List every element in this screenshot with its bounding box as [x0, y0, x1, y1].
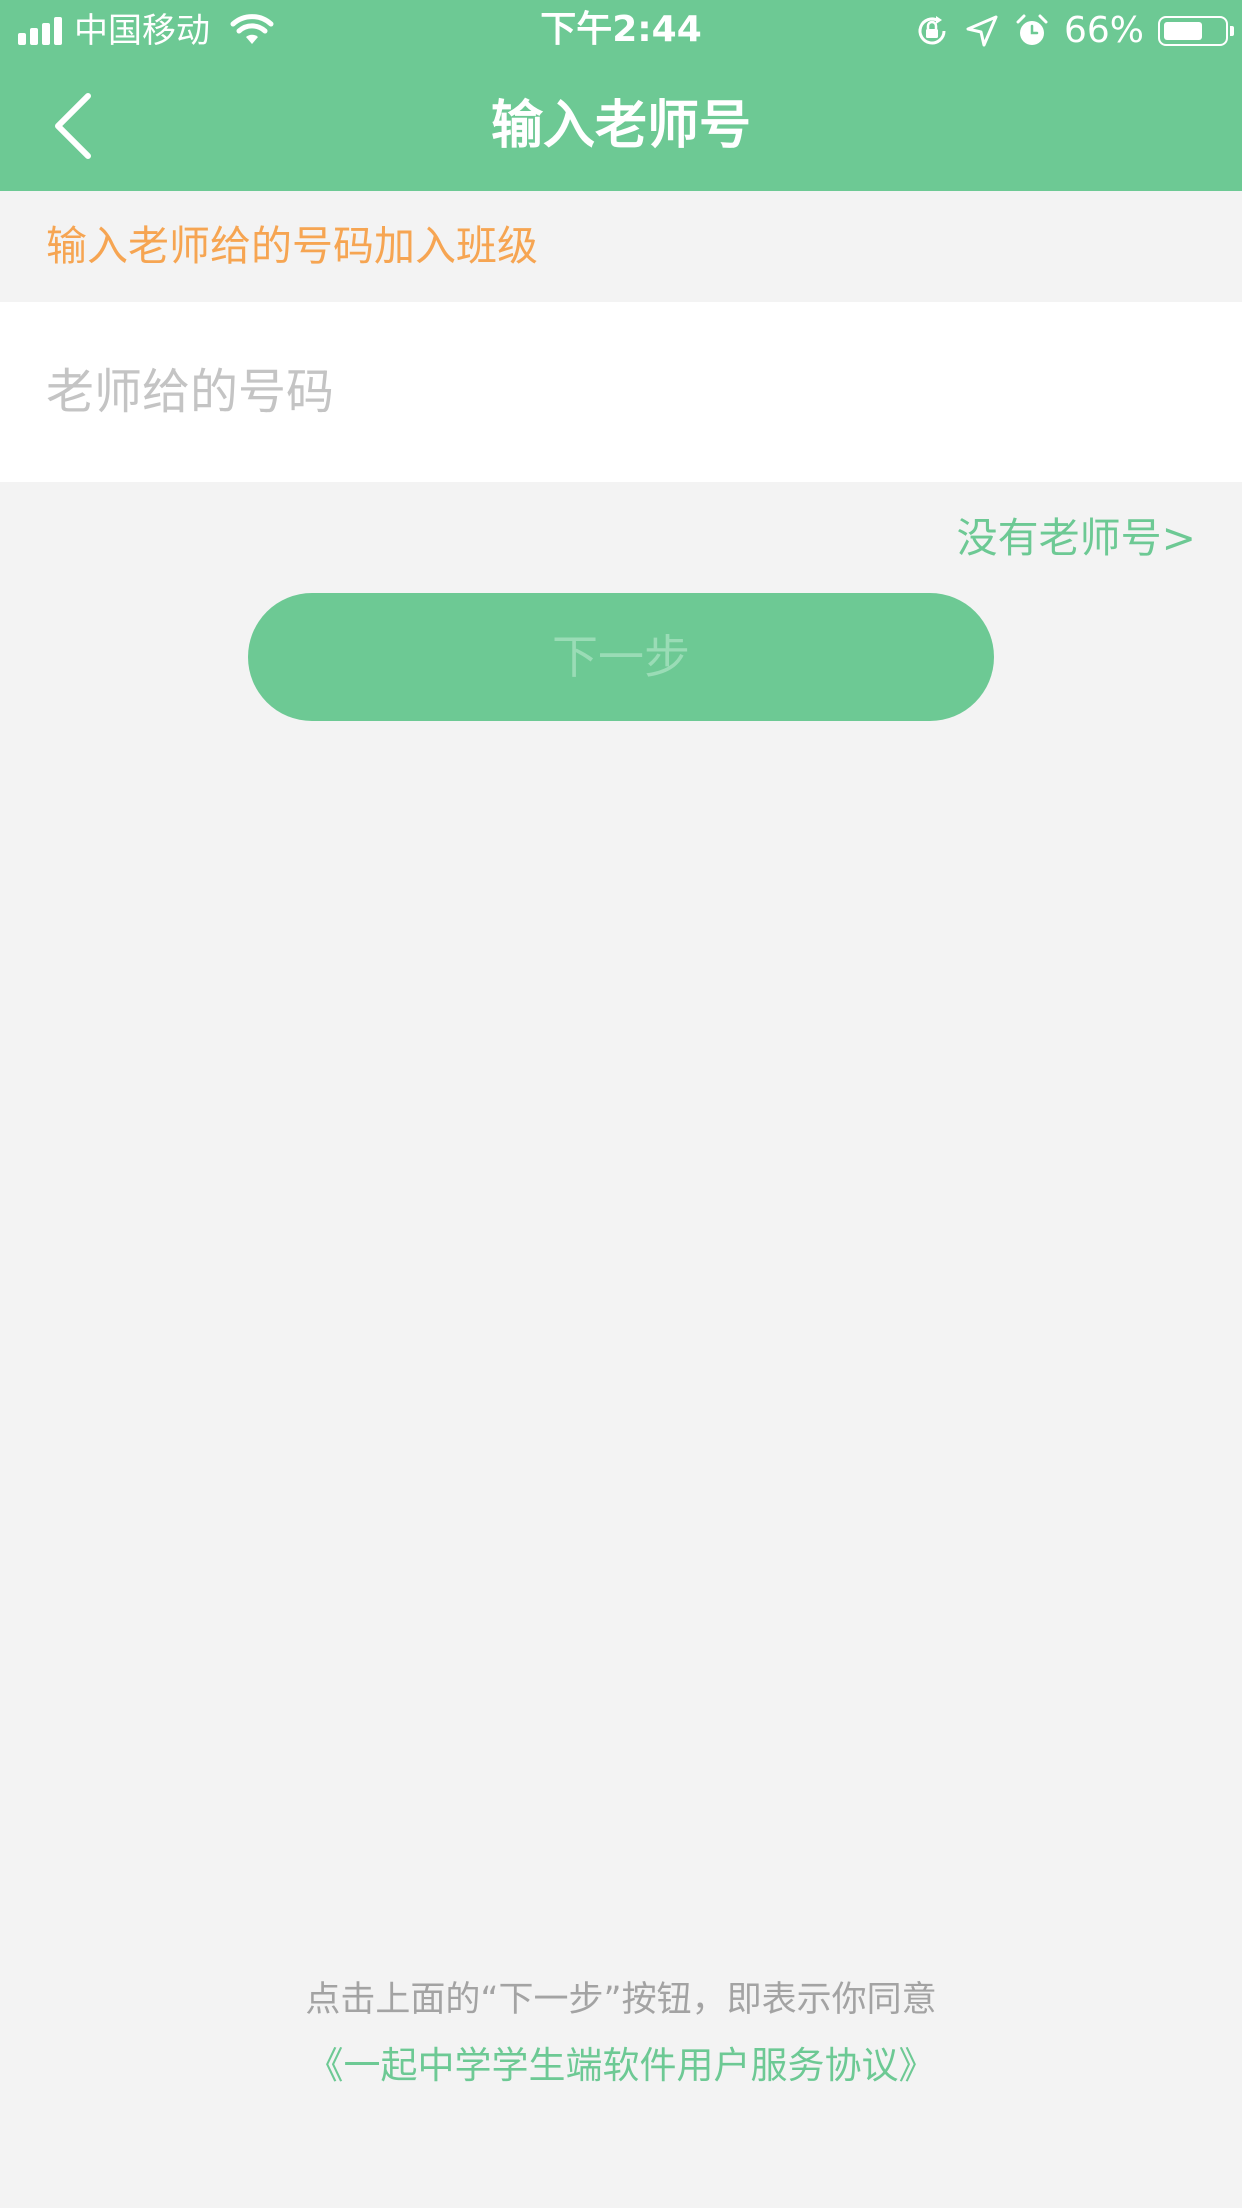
- battery-icon: [1158, 16, 1234, 46]
- teacher-code-field-container: [0, 302, 1242, 482]
- location-icon: [966, 15, 998, 47]
- rotation-lock-icon: [918, 16, 946, 45]
- battery-percentage: 66%: [1063, 10, 1144, 51]
- instruction-hint: 输入老师给的号码加入班级: [46, 222, 538, 270]
- battery-nub: [1230, 26, 1234, 36]
- page-title: 输入老师号: [490, 96, 751, 156]
- battery-level-fill: [1164, 22, 1202, 40]
- teacher-code-input[interactable]: [46, 302, 1196, 482]
- status-bar: 中国移动 下午2:44 66%: [0, 0, 1242, 62]
- app-header: 中国移动 下午2:44 66% 输入老师号: [0, 0, 1242, 191]
- next-step-button[interactable]: 下一步: [248, 593, 994, 721]
- status-bar-right: 66%: [914, 10, 1234, 52]
- no-teacher-code-link[interactable]: 没有老师号>: [957, 508, 1196, 568]
- navigation-bar: 输入老师号: [0, 62, 1242, 191]
- user-agreement-link[interactable]: 《一起中学学生端软件用户服务协议》: [0, 2036, 1242, 2096]
- agreement-notice: 点击上面的“下一步”按钮，即表示你同意: [305, 1980, 937, 2020]
- alarm-icon: [1016, 14, 1048, 45]
